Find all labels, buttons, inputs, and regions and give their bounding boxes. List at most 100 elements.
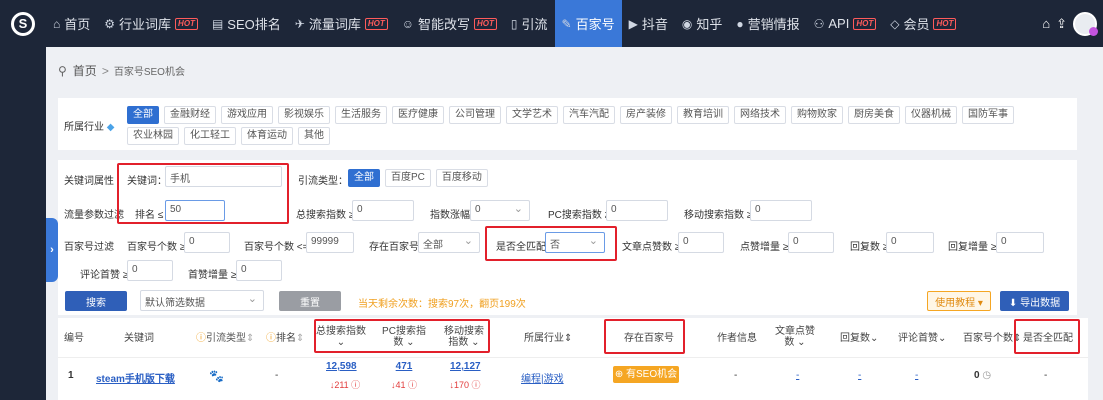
industry-tag[interactable]: 其他	[298, 127, 330, 145]
row-likes[interactable]: -	[796, 370, 799, 381]
nav-item[interactable]: ✎ 百家号	[554, 0, 622, 47]
breadcrumb-home[interactable]: 首页	[73, 62, 97, 79]
col-first-like[interactable]: 评论首赞⌄	[898, 333, 946, 344]
nav-item[interactable]: ☺ 智能改写 HOT	[395, 0, 504, 47]
industry-panel: 所属行业 ◆ 全部 金融财经 游戏应用 影视娱乐 生活服务 医疗健康 公司管理 文学艺术 汽车汽…	[58, 98, 1077, 150]
nav-item[interactable]: ◉ 知乎	[675, 0, 730, 47]
total-index-value[interactable]: 12,598	[326, 361, 357, 372]
seo-icon: ▤	[211, 16, 224, 31]
col-rank[interactable]: ⓘ排名⇕	[266, 333, 304, 344]
reset-button[interactable]: 重置	[279, 291, 341, 311]
first-like-input[interactable]: 0	[236, 260, 282, 281]
seo-opportunity-badge[interactable]: ⊕ 有SEO机会	[613, 366, 679, 383]
nav-item-label: 营销情报	[747, 17, 800, 32]
industry-tag[interactable]: 国防军事	[962, 106, 1014, 124]
pc-index-value[interactable]: 471	[394, 361, 414, 372]
industry-tag[interactable]: 网络技术	[734, 106, 786, 124]
industry-tag[interactable]: 农业林园	[127, 127, 179, 145]
search-button[interactable]: 搜索	[65, 291, 127, 311]
bjh-filter-label: 百家号过滤	[64, 242, 114, 253]
article-likes-input[interactable]: 0	[678, 232, 724, 253]
tutorial-button[interactable]: 使用教程 ▾	[927, 291, 991, 311]
col-traffic-type[interactable]: ⓘ引流类型⇕	[196, 333, 254, 344]
industry-tags: 全部 金融财经 游戏应用 影视娱乐 生活服务 医疗健康 公司管理 文学艺术 汽车汽配 房产装修 教育…	[127, 104, 1067, 146]
breadcrumb: ⚲ 首页 > 百家号SEO机会	[58, 62, 185, 79]
vip-icon: ◇	[890, 16, 900, 31]
highlight-index-cols	[314, 319, 490, 353]
industry-tag[interactable]: 金融财经	[164, 106, 216, 124]
exists-select[interactable]: 全部	[418, 232, 480, 253]
industry-tag[interactable]: 公司管理	[449, 106, 501, 124]
industry-tag[interactable]: 全部	[127, 106, 159, 124]
nav-item-label: 智能改写	[417, 17, 470, 32]
breadcrumb-separator: >	[101, 63, 109, 78]
col-bjh-count[interactable]: 百家号个数⇕	[963, 333, 1021, 344]
industry-tag[interactable]: 生活服务	[335, 106, 387, 124]
industry-tag[interactable]: 汽车汽配	[563, 106, 615, 124]
industry-tag[interactable]: 影视娱乐	[278, 106, 330, 124]
mobile-index-input[interactable]: 0	[750, 200, 812, 221]
col-replies[interactable]: 回复数⌄	[840, 333, 878, 344]
keyword-link[interactable]: steam手机版下载	[96, 370, 175, 385]
results-table: 编号 关键词 ⓘ引流类型⇕ ⓘ排名⇕ 总搜索指数 ⌄ PC搜索指数 ⌄ 移动搜索…	[58, 318, 1088, 400]
traffic-type-tag[interactable]: 百度移动	[435, 169, 488, 187]
bjh-count-max-input[interactable]: 99999	[306, 232, 354, 253]
nav-item-label: SEO排名	[227, 17, 281, 32]
industry-tag[interactable]: 房产装修	[620, 106, 672, 124]
nav-item-label: 流量词库	[308, 17, 361, 32]
avatar[interactable]	[1073, 11, 1098, 36]
industry-tag[interactable]: 化工轻工	[184, 127, 236, 145]
reply-growth-input[interactable]: 0	[996, 232, 1044, 253]
nav-item[interactable]: ▯ 引流	[504, 0, 555, 47]
pc-index-delta: ↓41 ⓘ	[390, 380, 418, 390]
industry-tag[interactable]: 体育运动	[241, 127, 293, 145]
highlight-full-match	[485, 226, 617, 261]
nav-item[interactable]: ✈ 流量词库 HOT	[288, 0, 395, 47]
redirect-icon: ▯	[510, 16, 518, 31]
bjh-count-min-label: 百家号个数 ≥	[127, 242, 186, 253]
default-filter-select[interactable]: 默认筛选数据	[140, 290, 264, 311]
nav-item-label: 首页	[64, 17, 91, 32]
industry-tag[interactable]: 购物败家	[791, 106, 843, 124]
nav-item[interactable]: ◇ 会员 HOT	[883, 0, 963, 47]
pc-index-input[interactable]: 0	[606, 200, 668, 221]
row-first-like[interactable]: -	[915, 370, 918, 381]
col-no: 编号	[64, 333, 84, 344]
nav-item[interactable]: ▤ SEO排名	[205, 0, 288, 47]
nav-item[interactable]: ⚙ 行业词库 HOT	[97, 0, 205, 47]
col-likes[interactable]: 文章点赞数 ⌄	[774, 326, 816, 348]
nav-item[interactable]: ⚇ API HOT	[807, 0, 884, 47]
diamond-icon: ◆	[106, 122, 115, 133]
industry-tag[interactable]: 厨房美食	[848, 106, 900, 124]
nav-item[interactable]: ⌂ 首页	[46, 0, 97, 47]
replies-input[interactable]: 0	[886, 232, 934, 253]
industry-tag[interactable]: 游戏应用	[221, 106, 273, 124]
home-shortcut-icon[interactable]: ⌂	[1042, 16, 1050, 31]
total-index-delta: ↓211 ⓘ	[329, 380, 361, 390]
logo-mark: S	[11, 11, 35, 36]
mobile-index-value[interactable]: 12,127	[450, 361, 481, 372]
industry-tag[interactable]: 文学艺术	[506, 106, 558, 124]
row-replies[interactable]: -	[858, 370, 861, 381]
bjh-count-min-input[interactable]: 0	[184, 232, 230, 253]
likes-growth-label: 点赞增量 ≥	[740, 242, 789, 253]
traffic-type-tag[interactable]: 百度PC	[385, 169, 431, 187]
export-button[interactable]: ⬇ 导出数据	[1000, 291, 1069, 311]
likes-growth-input[interactable]: 0	[788, 232, 834, 253]
sidebar-toggle-icon[interactable]: ›	[46, 218, 58, 282]
nav-item[interactable]: ● 营销情报	[729, 0, 806, 47]
industry-tag[interactable]: 仪器机械	[905, 106, 957, 124]
industry-tag[interactable]: 教育培训	[677, 106, 729, 124]
nav-item-label: 行业词库	[119, 17, 172, 32]
download-icon[interactable]: ⇪	[1056, 16, 1067, 32]
col-industry[interactable]: 所属行业⇕	[524, 333, 572, 344]
industry-link[interactable]: 编程|游戏	[521, 370, 564, 385]
logo[interactable]: S	[0, 0, 46, 47]
index-growth-select[interactable]: 0	[470, 200, 530, 221]
nav-item[interactable]: ▶ 抖音	[622, 0, 675, 47]
industry-tag[interactable]: 医疗健康	[392, 106, 444, 124]
traffic-type-tag[interactable]: 全部	[348, 169, 380, 187]
total-index-input[interactable]: 0	[352, 200, 414, 221]
comment-first-input[interactable]: 0	[127, 260, 173, 281]
vip-badge-icon	[1089, 26, 1098, 36]
